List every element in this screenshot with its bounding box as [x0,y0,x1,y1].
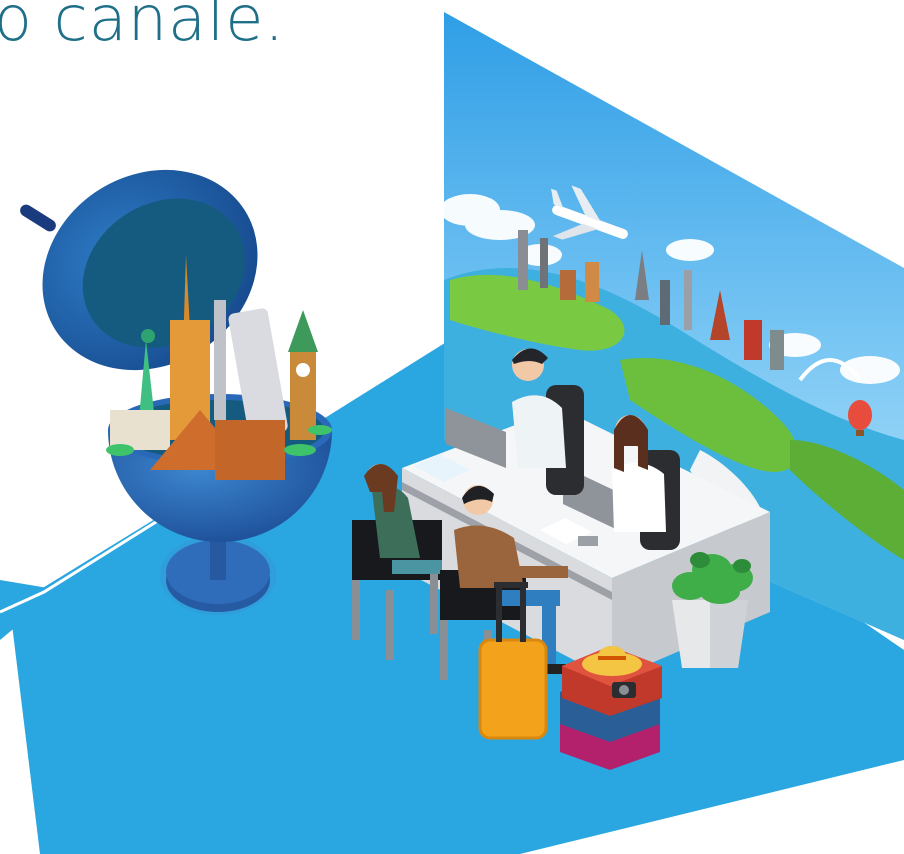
stacked-suitcases [560,646,662,770]
travel-agency-illustration [0,12,904,854]
